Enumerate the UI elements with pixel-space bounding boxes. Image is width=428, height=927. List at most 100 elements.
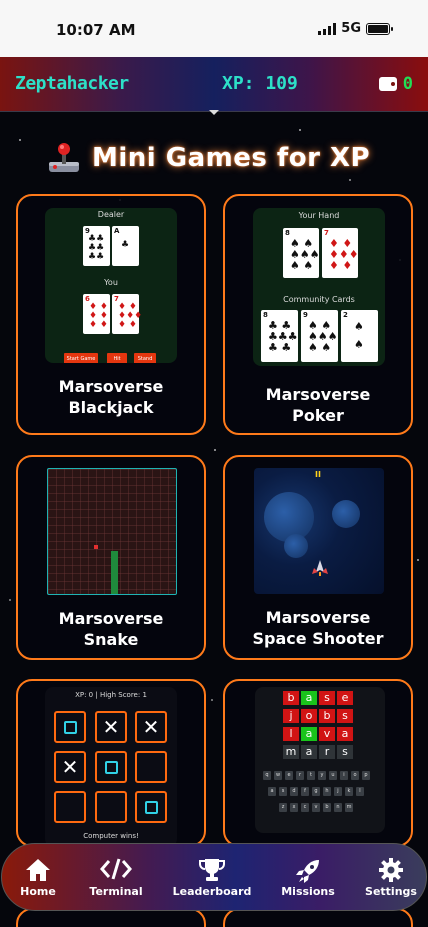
letter-tile: b — [319, 709, 335, 723]
keyboard-key: s — [279, 787, 287, 796]
playing-card: 7 ♦ ♦ ♦♦♦ ♦ ♦ — [112, 294, 142, 334]
you-label: You — [104, 278, 118, 287]
nav-settings[interactable]: Settings — [365, 844, 417, 912]
keyboard-key: f — [301, 787, 309, 796]
nav-home[interactable]: Home — [12, 844, 64, 912]
status-bar: 10:07 AM 5G — [0, 0, 428, 57]
keyboard-key: u — [329, 771, 337, 780]
keyboard-key: l — [356, 787, 364, 796]
game-card-tictactoe[interactable]: XP: 0 | High Score: 1 ✕ ✕ ✕ Computer win… — [16, 679, 206, 847]
playing-card: 8 ♣ ♣ ♣♣♣ ♣ ♣ — [261, 310, 298, 362]
letter-tile: s — [337, 709, 353, 723]
keyboard-key: y — [318, 771, 326, 780]
pause-indicator: II — [315, 470, 321, 479]
nav-missions[interactable]: Missions — [278, 844, 338, 912]
wallet-count: 0 — [402, 74, 413, 94]
snake-preview — [47, 468, 177, 595]
nav-label: Terminal — [89, 885, 143, 898]
ttt-cell: ✕ — [95, 711, 127, 743]
game-card-snake[interactable]: Marsoverse Snake — [16, 455, 206, 660]
keyboard-key: x — [290, 803, 298, 812]
game-title: Marsoverse Space Shooter — [252, 608, 384, 648]
letter-tile: a — [337, 727, 353, 741]
keyboard-key: z — [279, 803, 287, 812]
nav-label: Settings — [365, 885, 417, 898]
snake-body — [111, 551, 118, 594]
wordle-preview: b a s e j o b s l a v a m a r s qwertyui… — [255, 687, 385, 833]
nav-label: Leaderboard — [172, 885, 252, 898]
game-card-space-shooter[interactable]: II Marsoverse Space Shooter — [223, 455, 413, 660]
game-title: Marsoverse Snake — [58, 609, 164, 649]
keyboard-key: j — [334, 787, 342, 796]
letter-tile: a — [301, 745, 317, 759]
space-shooter-preview: II — [254, 468, 384, 594]
keyboard-key: a — [268, 787, 276, 796]
keyboard-key: p — [362, 771, 370, 780]
keyboard-key: h — [323, 787, 331, 796]
letter-tile: b — [283, 691, 299, 705]
gear-icon — [379, 858, 403, 882]
game-title: Marsoverse Poker — [265, 385, 371, 425]
page-title: Mini Games for XP — [92, 143, 371, 173]
planet — [264, 492, 314, 542]
letter-tile: j — [283, 709, 299, 723]
status-time: 10:07 AM — [56, 21, 136, 39]
letter-tile: a — [301, 691, 317, 705]
letter-tile: m — [283, 745, 299, 759]
code-icon — [100, 858, 132, 880]
snake-food — [94, 545, 98, 549]
game-card-wordle[interactable]: b a s e j o b s l a v a m a r s qwertyui… — [223, 679, 413, 847]
ttt-cell — [135, 791, 167, 823]
joystick-icon — [49, 143, 79, 172]
spaceship-icon — [312, 560, 328, 576]
letter-tile: l — [283, 727, 299, 741]
letter-tile: s — [319, 691, 335, 705]
keyboard-key: b — [323, 803, 331, 812]
xp-counter: XP: 109 — [222, 73, 298, 94]
keyboard-key: t — [307, 771, 315, 780]
result-text: Computer wins! — [83, 832, 139, 840]
dropdown-caret-icon[interactable] — [209, 110, 219, 115]
keyboard-key: r — [296, 771, 304, 780]
nav-terminal[interactable]: Terminal — [88, 844, 144, 912]
rocket-icon — [296, 860, 319, 883]
nav-leaderboard[interactable]: Leaderboard — [172, 844, 252, 912]
network-label: 5G — [341, 21, 361, 36]
tictactoe-preview: XP: 0 | High Score: 1 ✕ ✕ ✕ Computer win… — [45, 687, 177, 845]
bottom-nav: Home Terminal Leaderboard Missions Setti… — [1, 843, 427, 911]
wallet-icon — [378, 77, 397, 91]
keyboard-key: k — [345, 787, 353, 796]
nav-label: Home — [20, 885, 56, 898]
score-text: XP: 0 | High Score: 1 — [75, 691, 147, 699]
signal-icon — [318, 22, 337, 35]
page-title-row: Mini Games for XP — [46, 140, 370, 176]
dealer-label: Dealer — [97, 210, 125, 219]
playing-card: 7 ♦ ♦ ♦♦♦ ♦ ♦ — [322, 228, 359, 278]
wallet[interactable]: 0 — [378, 74, 413, 94]
game-card-blackjack[interactable]: Dealer 9 ♣♣ ♣♣ ♣♣ A ♣ You 6 ♦ ♦ ♦ ♦ ♦ ♦ 7 ♦ ♦ ♦♦♦… — [16, 194, 206, 435]
planet — [284, 534, 308, 558]
game-title: Marsoverse Blackjack — [58, 377, 164, 417]
playing-card: 6 ♦ ♦ ♦ ♦ ♦ ♦ — [83, 294, 110, 334]
community-cards-label: Community Cards — [283, 295, 355, 304]
keyboard-key: n — [334, 803, 342, 812]
ttt-cell — [54, 791, 86, 823]
battery-icon — [366, 22, 393, 35]
keyboard-key: q — [263, 771, 271, 780]
ttt-cell — [135, 751, 167, 783]
letter-tile: s — [337, 745, 353, 759]
keyboard-key: o — [351, 771, 359, 780]
poker-preview: Your Hand 8 ♠ ♠ ♠♠♠ ♠ ♠ 7 ♦ ♦ ♦♦♦ ♦ ♦ Communit… — [253, 208, 385, 366]
ttt-cell — [54, 711, 86, 743]
ttt-cell — [95, 791, 127, 823]
status-indicators: 5G — [318, 21, 393, 36]
keyboard-key: d — [290, 787, 298, 796]
ttt-cell — [95, 751, 127, 783]
letter-tile: o — [301, 709, 317, 723]
keyboard-key: g — [312, 787, 320, 796]
username[interactable]: Zeptahacker — [15, 73, 129, 94]
game-card-poker[interactable]: Your Hand 8 ♠ ♠ ♠♠♠ ♠ ♠ 7 ♦ ♦ ♦♦♦ ♦ ♦ Communit… — [223, 194, 413, 435]
your-hand-label: Your Hand — [298, 211, 340, 220]
playing-card: 9 ♠ ♠ ♠♠♠ ♠ ♠ — [301, 310, 338, 362]
playing-card: 8 ♠ ♠ ♠♠♠ ♠ ♠ — [283, 228, 320, 278]
